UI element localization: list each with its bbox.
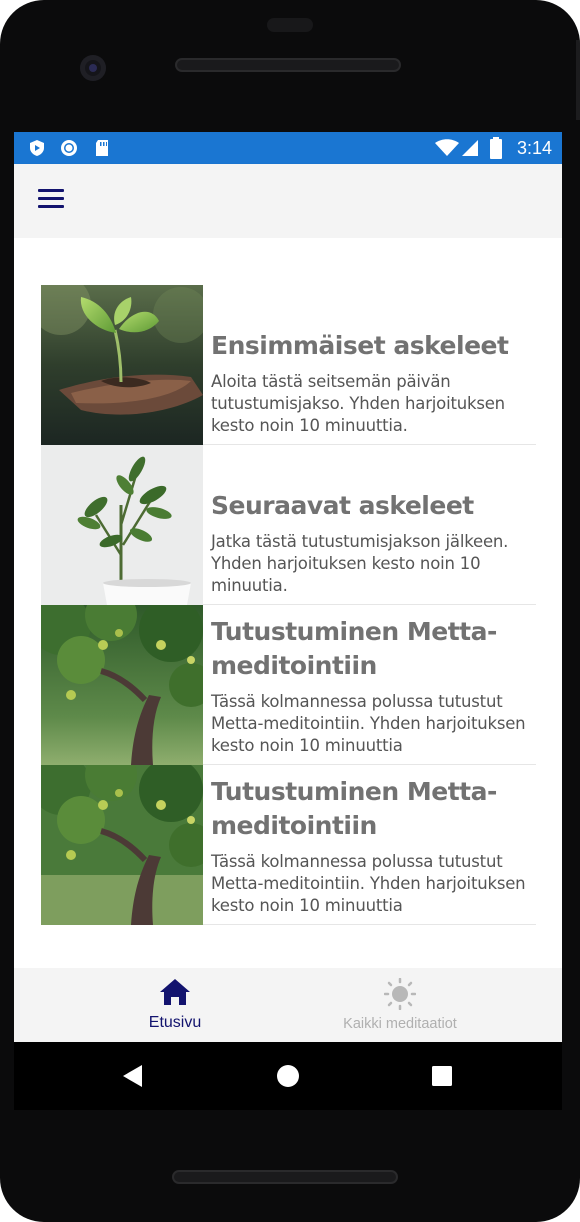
course-description: Tässä kolmannessa polussa tutustut Metta… — [211, 852, 526, 915]
recents-icon[interactable] — [431, 1065, 453, 1087]
nav-label-home: Etusivu — [148, 1014, 202, 1031]
apple-tree-image — [41, 605, 203, 765]
apple-tree-image — [41, 765, 203, 925]
status-time: 3:14 — [516, 138, 552, 158]
course-card[interactable]: Ensimmäiset askeleet Aloita tästä seitse… — [41, 285, 536, 445]
course-card-text: Seuraavat askeleet Jatka tästä tutustumi… — [211, 445, 536, 605]
sun-icon — [384, 978, 416, 1010]
course-title: Ensimmäiset askeleet — [211, 331, 509, 360]
front-camera — [80, 55, 106, 81]
course-card[interactable]: Tutustuminen Metta-meditointiin Tässä ko… — [41, 605, 536, 765]
nav-item-home[interactable]: Etusivu — [75, 968, 275, 1042]
nav-item-all-meditations[interactable]: Kaikki meditaatiot — [300, 968, 500, 1042]
battery-icon — [490, 137, 502, 159]
status-bar: 3:14 — [14, 132, 562, 164]
course-title: Seuraavat askeleet — [211, 491, 474, 520]
phone-side-button — [576, 40, 580, 120]
app-bar — [14, 164, 562, 238]
course-card-text: Ensimmäiset askeleet Aloita tästä seitse… — [211, 285, 536, 445]
seedling-in-hand-image — [41, 285, 203, 445]
course-card[interactable]: Tutustuminen Metta-meditointiin Tässä ko… — [41, 765, 536, 925]
earpiece-speaker — [175, 58, 401, 72]
course-description: Aloita tästä seitsemän päivän tutustumis… — [211, 372, 505, 435]
hamburger-menu-icon[interactable] — [38, 189, 64, 209]
course-title: Tutustuminen Metta-meditointiin — [211, 617, 497, 680]
course-list: Ensimmäiset askeleet Aloita tästä seitse… — [14, 238, 562, 968]
wifi-icon — [435, 139, 459, 156]
circle-sync-icon — [61, 140, 77, 156]
course-card-text: Tutustuminen Metta-meditointiin Tässä ko… — [211, 765, 536, 925]
back-icon[interactable] — [122, 1064, 144, 1088]
phone-frame: 3:14 Ensimmäiset askeleet Aloita tästä s… — [0, 0, 580, 1222]
sd-card-icon — [96, 140, 108, 156]
bottom-speaker — [172, 1170, 398, 1184]
course-card[interactable]: Seuraavat askeleet Jatka tästä tutustumi… — [41, 445, 536, 605]
course-description: Jatka tästä tutustumisjakson jälkeen. Yh… — [211, 532, 509, 595]
screen: 3:14 Ensimmäiset askeleet Aloita tästä s… — [14, 132, 562, 1110]
system-navigation-bar — [14, 1042, 562, 1110]
home-circle-icon[interactable] — [276, 1064, 300, 1088]
nav-label-all-meditations: Kaikki meditaatiot — [343, 1016, 457, 1032]
course-card-text: Tutustuminen Metta-meditointiin Tässä ko… — [211, 605, 536, 765]
course-description: Tässä kolmannessa polussa tutustut Metta… — [211, 692, 526, 755]
bottom-navigation: Etusivu Kaikki meditaatiot — [14, 968, 562, 1042]
cell-signal-icon — [462, 140, 478, 156]
potted-plant-image — [41, 445, 203, 605]
phone-top-slot — [267, 18, 313, 32]
shield-icon — [30, 140, 44, 156]
home-icon — [160, 979, 190, 1005]
course-title: Tutustuminen Metta-meditointiin — [211, 777, 497, 840]
